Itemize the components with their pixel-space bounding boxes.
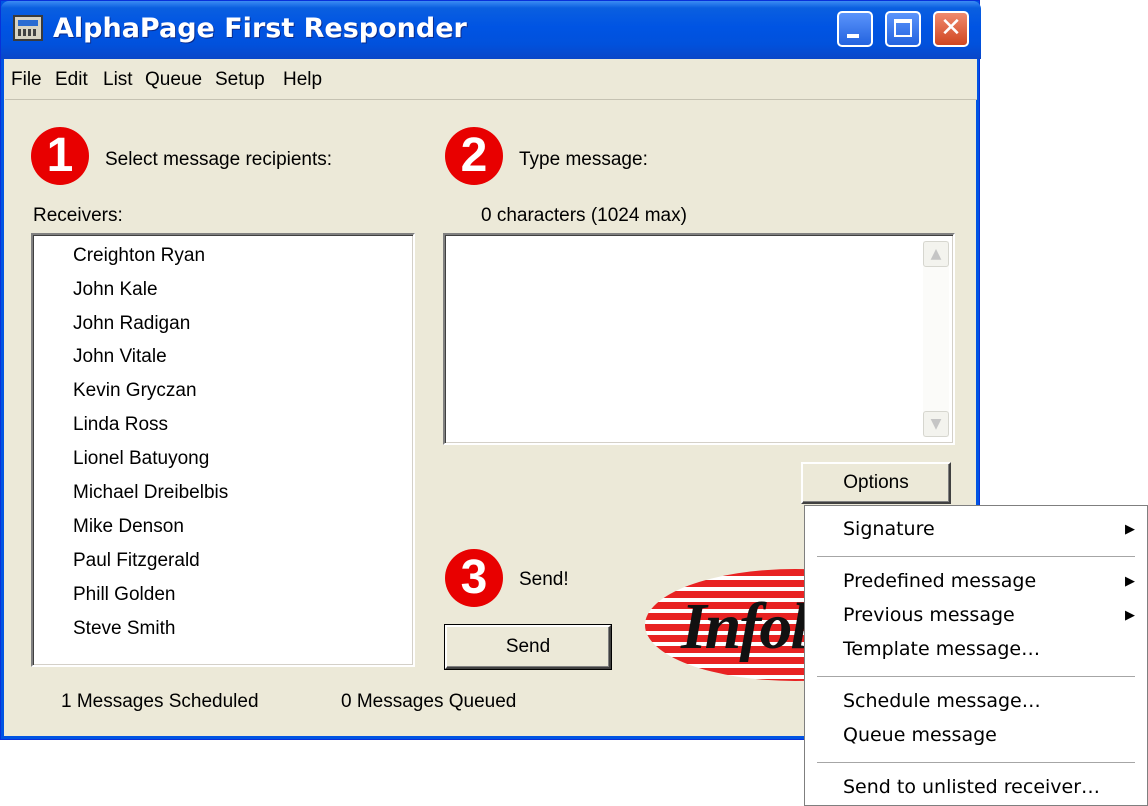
step-2-badge: 2	[445, 127, 503, 185]
scroll-down-icon[interactable]: ▼	[923, 411, 949, 437]
maximize-button[interactable]	[885, 11, 921, 47]
scroll-up-icon[interactable]: ▲	[923, 241, 949, 267]
minimize-icon	[847, 34, 859, 38]
list-item[interactable]: Steve Smith	[73, 618, 175, 640]
maximize-icon	[894, 19, 912, 37]
menu-item-predefined-message[interactable]: Predefined message	[843, 570, 1036, 592]
list-item[interactable]: John Vitale	[73, 346, 167, 368]
menu-item-queue-message[interactable]: Queue message	[843, 724, 997, 746]
menu-separator	[817, 556, 1135, 557]
message-scrollbar[interactable]: ▲ ▼	[923, 241, 949, 437]
list-item[interactable]: Creighton Ryan	[73, 245, 205, 267]
list-item[interactable]: Kevin Gryczan	[73, 380, 197, 402]
menu-bar: File Edit List Queue Setup Help	[5, 59, 977, 100]
list-item[interactable]: John Kale	[73, 279, 158, 301]
submenu-arrow-icon: ▶	[1125, 608, 1135, 623]
receivers-label: Receivers:	[33, 205, 123, 226]
step-3-badge: 3	[445, 549, 503, 607]
pager-app-icon[interactable]	[13, 15, 43, 41]
window-title: AlphaPage First Responder	[53, 13, 467, 44]
step-2-label: Type message:	[519, 149, 648, 170]
menu-item-previous-message[interactable]: Previous message	[843, 604, 1015, 626]
menu-queue[interactable]: Queue	[145, 69, 202, 91]
messages-scheduled-status: 1 Messages Scheduled	[61, 691, 259, 712]
menu-edit[interactable]: Edit	[55, 69, 88, 91]
options-menu: Signature ▶ Predefined message ▶ Previou…	[804, 505, 1148, 806]
menu-item-schedule-message[interactable]: Schedule message…	[843, 690, 1041, 712]
list-item[interactable]: John Radigan	[73, 313, 190, 335]
menu-item-send-to-unlisted-receiver[interactable]: Send to unlisted receiver…	[843, 776, 1100, 798]
send-button[interactable]: Send	[444, 624, 612, 670]
company-logo: Infol	[645, 569, 815, 681]
menu-item-template-message[interactable]: Template message…	[843, 638, 1040, 660]
list-item[interactable]: Phill Golden	[73, 584, 175, 606]
step-3-label: Send!	[519, 569, 569, 590]
minimize-button[interactable]	[837, 11, 873, 47]
character-count: 0 characters (1024 max)	[481, 205, 687, 226]
messages-queued-status: 0 Messages Queued	[341, 691, 517, 712]
submenu-arrow-icon: ▶	[1125, 522, 1135, 537]
list-item[interactable]: Michael Dreibelbis	[73, 482, 228, 504]
list-item[interactable]: Lionel Batuyong	[73, 448, 209, 470]
menu-list[interactable]: List	[103, 69, 133, 91]
menu-setup[interactable]: Setup	[215, 69, 265, 91]
receivers-list[interactable]: Creighton Ryan John Kale John Radigan Jo…	[31, 233, 415, 667]
list-item[interactable]: Paul Fitzgerald	[73, 550, 200, 572]
submenu-arrow-icon: ▶	[1125, 574, 1135, 589]
close-icon: ✕	[940, 13, 962, 43]
logo-text: Infol	[681, 590, 809, 663]
step-1-badge: 1	[31, 127, 89, 185]
title-bar[interactable]: AlphaPage First Responder ✕	[1, 1, 981, 59]
step-1-label: Select message recipients:	[105, 149, 333, 170]
options-button[interactable]: Options	[801, 462, 951, 504]
menu-item-signature[interactable]: Signature	[843, 518, 935, 540]
menu-separator	[817, 676, 1135, 677]
list-item[interactable]: Linda Ross	[73, 414, 168, 436]
menu-file[interactable]: File	[11, 69, 42, 91]
list-item[interactable]: Mike Denson	[73, 516, 184, 538]
message-textarea[interactable]: ▲ ▼	[443, 233, 955, 445]
menu-help[interactable]: Help	[283, 69, 322, 91]
menu-separator	[817, 762, 1135, 763]
close-button[interactable]: ✕	[933, 11, 969, 47]
